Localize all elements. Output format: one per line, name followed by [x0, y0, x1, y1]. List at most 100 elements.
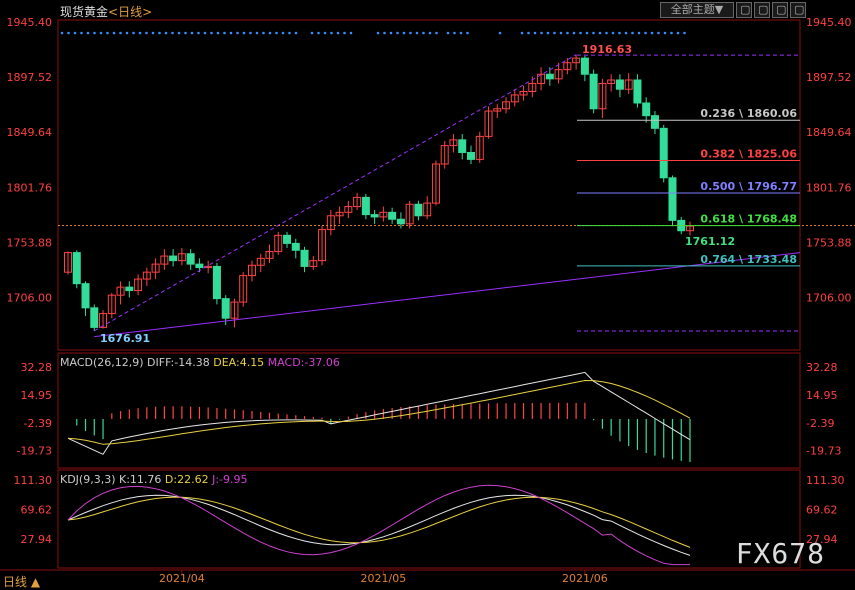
macd-axis-label-left: 32.28	[21, 361, 53, 374]
price-chart[interactable]: 1945.40 1945.40 1897.52 1897.52 1849.64 1849.…	[0, 0, 855, 590]
signal-dot	[657, 31, 660, 35]
signal-dot	[559, 31, 563, 35]
price-axis-label-right: 1801.76	[806, 181, 852, 194]
fib-label: 0.382 \ 1825.06	[700, 147, 797, 160]
layout-button-4[interactable]: ▢	[790, 2, 806, 18]
signal-dot	[242, 31, 246, 35]
price-axis-label-left: 1801.76	[7, 181, 53, 194]
candle-body	[458, 139, 467, 153]
signal-dot	[119, 31, 122, 35]
kdj-title: KDJ(9,3,3) K:11.76 D:22.62 J:-9.95	[60, 473, 248, 486]
signal-dot	[67, 31, 70, 35]
macd-axis-label-left: 14.95	[21, 389, 53, 402]
candle-body	[169, 255, 178, 262]
macd-name: MACD(26,12,9)	[60, 356, 144, 369]
candle-body	[414, 203, 423, 217]
signal-dot	[428, 31, 432, 35]
kdj-d: D:22.62	[164, 473, 209, 486]
signal-dot	[540, 31, 543, 35]
signal-dot	[177, 31, 181, 35]
instrument-name: 现货黄金	[60, 5, 109, 19]
signal-dot	[402, 31, 406, 35]
period-selector[interactable]: 日线 ▲	[3, 573, 40, 590]
signal-dot	[171, 31, 174, 35]
kdj-axis-label-left: 27.94	[21, 533, 53, 546]
window-icon: ▢	[740, 3, 751, 16]
macd-diff: DIFF:-14.38	[147, 356, 210, 369]
period-label[interactable]: <日线>	[108, 5, 152, 19]
kdj-axis-label-right: 111.30	[806, 474, 845, 487]
signal-dot	[598, 31, 602, 35]
signal-dot	[566, 31, 569, 35]
theme-dropdown[interactable]: 全部主题▼	[660, 2, 734, 18]
signal-dot	[190, 31, 194, 35]
price-axis-label-right: 1897.52	[806, 71, 852, 84]
fib-label: 0.764 \ 1733.48	[700, 253, 797, 266]
signal-dot	[605, 31, 608, 35]
signal-dot	[294, 31, 298, 35]
price-axis-label-left: 1897.52	[7, 71, 53, 84]
signal-dot	[466, 31, 469, 35]
signal-dot	[73, 31, 77, 35]
candle-body	[81, 283, 90, 309]
layout-button-2[interactable]: ▢	[754, 2, 770, 18]
signal-dot	[409, 31, 412, 35]
signal-dot	[249, 31, 252, 35]
candle-body	[195, 263, 204, 269]
window-icon: ▢	[758, 3, 769, 16]
candle-body	[125, 286, 134, 292]
signal-dot	[520, 31, 524, 35]
watermark: FX678	[735, 537, 825, 570]
time-axis-label: 2021/05	[361, 572, 407, 585]
signal-dot	[553, 31, 556, 35]
kdj-j-line	[67, 484, 690, 566]
layout-button-1[interactable]: ▢	[736, 2, 752, 18]
signal-dot	[336, 31, 340, 35]
signal-dot	[498, 31, 502, 35]
signal-dot	[138, 31, 142, 35]
theme-label: 全部主题	[670, 3, 715, 16]
macd-axis-label-left: -2.39	[24, 417, 52, 430]
candle-body	[650, 115, 659, 129]
fib-label: 0.618 \ 1768.48	[700, 213, 797, 226]
chart-title: 现货黄金<日线>	[60, 3, 152, 20]
price-axis-label-right: 1849.64	[806, 126, 852, 139]
candle-body	[72, 252, 81, 285]
signal-dot	[637, 31, 641, 35]
signal-dot	[422, 31, 425, 35]
signal-dot	[93, 31, 96, 35]
signal-dot	[435, 31, 438, 35]
signal-dot	[644, 31, 647, 35]
candle-body	[659, 127, 668, 179]
candle-body	[90, 307, 99, 328]
signal-dot	[592, 31, 595, 35]
macd-axis-label-right: 32.28	[806, 361, 838, 374]
price-axis-label-right: 1753.88	[806, 236, 852, 249]
fib-label: 0.236 \ 1860.06	[700, 107, 797, 120]
signal-dot	[323, 31, 327, 35]
macd-dea-line	[67, 379, 691, 445]
high-annotation: 1916.63	[582, 43, 632, 56]
toolbar: 全部主题▼ ▢ ▢ ▢ ▢	[660, 2, 806, 18]
signal-dot	[618, 31, 621, 35]
kdj-j: J:-9.95	[212, 473, 248, 486]
signal-dot	[683, 31, 686, 35]
signal-dot	[670, 31, 673, 35]
signal-dot	[255, 31, 259, 35]
layout-button-3[interactable]: ▢	[772, 2, 788, 18]
signal-dot	[631, 31, 634, 35]
signal-dot	[459, 31, 463, 35]
signal-dot	[86, 31, 90, 35]
chevron-down-icon: ▼	[714, 3, 724, 16]
macd-dea: DEA:4.15	[213, 356, 265, 369]
candle-body	[388, 211, 397, 220]
candle-body	[466, 151, 475, 160]
signal-dot	[527, 31, 530, 35]
candle-body	[300, 249, 309, 267]
candle-body	[633, 79, 642, 104]
signal-dot	[585, 31, 589, 35]
signal-dot	[317, 31, 320, 35]
macd-axis-label-right: -19.73	[806, 445, 841, 458]
kdj-name: KDJ(9,3,3)	[60, 473, 116, 486]
signal-dot	[216, 31, 220, 35]
